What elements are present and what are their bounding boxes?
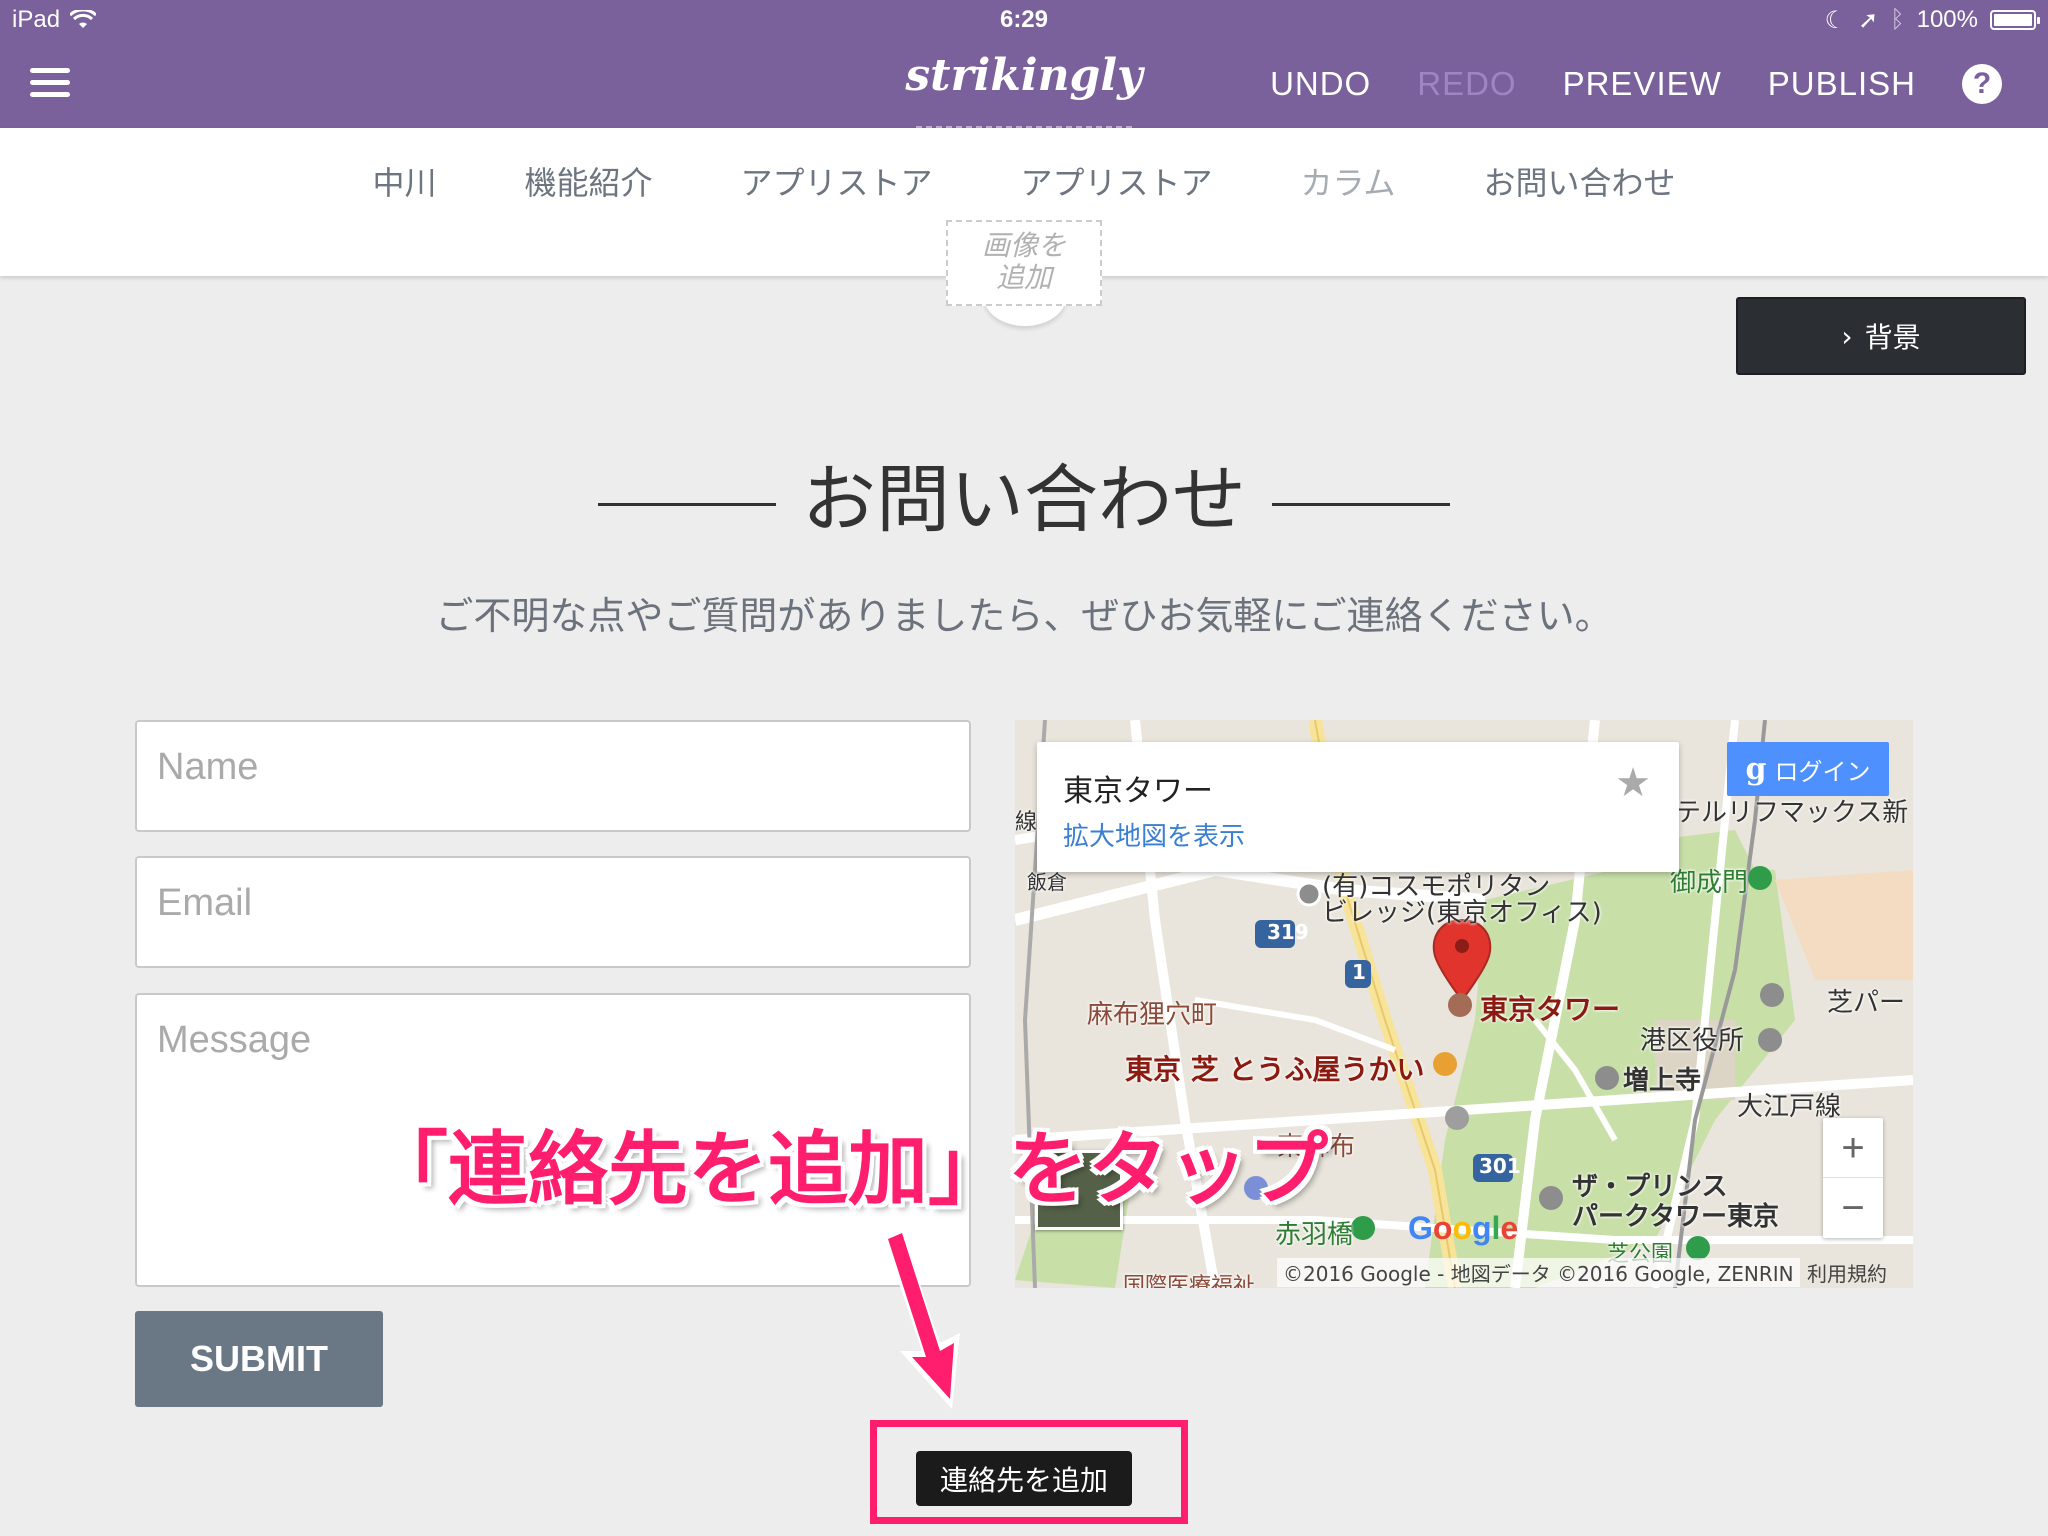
- map-label-hospital: 国際医療福祉: [1123, 1274, 1256, 1288]
- map-label-prince-2: パークタワー東京: [1572, 1202, 1779, 1232]
- annotation-arrow-icon: [882, 1225, 960, 1409]
- add-contact-button[interactable]: 連絡先を追加: [916, 1451, 1132, 1506]
- background-button[interactable]: › 背景: [1736, 297, 2026, 375]
- map-label-hotel: テルリフマックス新: [1675, 798, 1909, 828]
- map-label-minato-office: 港区役所: [1640, 1026, 1745, 1056]
- nav-item-column[interactable]: カラム: [1301, 158, 1396, 204]
- nav-item-features[interactable]: 機能紹介: [524, 158, 652, 204]
- nav-item-contact[interactable]: お問い合わせ: [1484, 158, 1676, 204]
- help-icon[interactable]: ?: [1962, 64, 2002, 104]
- map-label-shiba-park: 芝パー: [1827, 988, 1906, 1018]
- status-bar-right: ☾ ➚ ᛒ 100%: [1824, 6, 2040, 34]
- map-label-tower: 東京タワー: [1480, 993, 1621, 1026]
- preview-button[interactable]: PREVIEW: [1563, 65, 1722, 103]
- map-label-zojoji: 増上寺: [1623, 1066, 1702, 1096]
- map-label-onarimon: 御成門: [1670, 868, 1749, 898]
- google-signin-button[interactable]: g ログイン: [1727, 742, 1889, 796]
- battery-percent: 100%: [1916, 6, 1978, 33]
- nav-item-nakagawa[interactable]: 中川: [372, 158, 436, 204]
- top-actions: UNDO REDO PREVIEW PUBLISH ?: [1270, 64, 2048, 104]
- title-rule-right: [1272, 502, 1450, 506]
- chevron-right-icon: ›: [1841, 319, 1853, 353]
- map-copyright: ©2016 Google - 地図データ ©2016 Google, ZENRI…: [1277, 1258, 1800, 1287]
- nav-item-appstore-1[interactable]: アプリストア: [740, 158, 932, 204]
- undo-button[interactable]: UNDO: [1270, 65, 1371, 103]
- zoom-out-button[interactable]: −: [1823, 1178, 1883, 1238]
- battery-icon: [1990, 10, 2040, 30]
- section-title: お問い合わせ: [0, 440, 2048, 547]
- map-terms-link[interactable]: 利用規約: [1807, 1258, 1887, 1287]
- bluetooth-icon: ᛒ: [1890, 6, 1905, 33]
- map-label-cosmo-2: ビレッジ(東京オフィス): [1322, 898, 1602, 928]
- add-image-button[interactable]: 画像を 追加: [946, 220, 1102, 306]
- google-g-icon: g: [1745, 751, 1767, 787]
- star-icon[interactable]: ★: [1615, 760, 1651, 806]
- google-logo: Google: [1408, 1210, 1519, 1246]
- add-image-label-2: 追加: [995, 261, 1052, 294]
- map-label-azabu: 麻布狸穴町: [1087, 1000, 1218, 1030]
- location-arrow-icon: ➚: [1858, 6, 1879, 34]
- route-301-label: 301: [1479, 1154, 1521, 1178]
- map-label-line: 線: [1015, 810, 1038, 835]
- nav-item-appstore-2[interactable]: アプリストア: [1020, 158, 1212, 204]
- map-label-tofu: 東京 芝 とうふ屋うかい: [1125, 1053, 1425, 1086]
- title-rule-left: [598, 502, 776, 506]
- top-toolbar: iPad 6:29 ☾ ➚ ᛒ 100% strikingly UNDO RED…: [0, 0, 2048, 128]
- section-title-text: お問い合わせ: [802, 457, 1246, 543]
- map-info-card: 東京タワー 拡大地図を表示 ★: [1037, 742, 1679, 872]
- publish-button[interactable]: PUBLISH: [1768, 65, 1916, 103]
- name-field[interactable]: Name: [135, 720, 971, 832]
- email-field[interactable]: Email: [135, 856, 971, 968]
- zoom-in-button[interactable]: +: [1823, 1118, 1883, 1178]
- instruction-annotation: 「連絡先を追加」をタップ: [368, 1123, 1328, 1216]
- signin-label: ログイン: [1774, 757, 1871, 786]
- status-time: 6:29: [999, 6, 1049, 33]
- background-label: 背景: [1864, 321, 1921, 354]
- submit-button[interactable]: SUBMIT: [135, 1311, 383, 1407]
- zoom-controls: + −: [1823, 1118, 1883, 1238]
- section-subtitle: ご不明な点やご質問がありましたら、ぜひお気軽にご連絡ください。: [435, 594, 1613, 638]
- add-image-label-1: 画像を: [981, 229, 1066, 262]
- route-1-label: 1: [1352, 960, 1366, 984]
- menu-icon[interactable]: [30, 68, 70, 98]
- moon-icon: ☾: [1824, 6, 1847, 34]
- view-larger-map-link[interactable]: 拡大地図を表示: [1063, 816, 1245, 853]
- route-319-label: 319: [1267, 920, 1309, 944]
- nav-items: 中川 機能紹介 アプリストア アプリストア カラム お問い合わせ: [0, 158, 2048, 204]
- redo-button[interactable]: REDO: [1417, 65, 1516, 103]
- map-place-title: 東京タワー: [1063, 774, 1213, 809]
